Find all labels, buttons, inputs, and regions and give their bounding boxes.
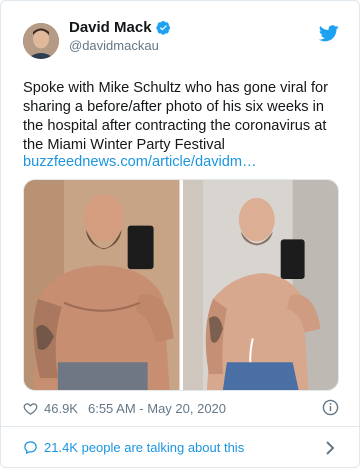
- divider: [1, 426, 360, 427]
- photo-grid[interactable]: [23, 179, 339, 391]
- tweet-card: David Mack @davidmackau Spoke with Mike …: [0, 0, 360, 468]
- tweet-meta: 46.9K 6:55 AM - May 20, 2020: [23, 401, 226, 416]
- author-name-row[interactable]: David Mack: [69, 19, 171, 36]
- timestamp[interactable]: 6:55 AM - May 20, 2020: [88, 401, 226, 416]
- twitter-bird-icon[interactable]: [319, 25, 339, 42]
- before-photo[interactable]: [24, 180, 180, 390]
- author-handle[interactable]: @davidmackau: [69, 38, 159, 53]
- speech-bubble-icon: [24, 441, 37, 455]
- tweet-text: Spoke with Mike Schultz who has gone vir…: [23, 80, 328, 153]
- info-icon[interactable]: [322, 399, 339, 416]
- chevron-right-icon[interactable]: [325, 441, 335, 455]
- conversation-link[interactable]: 21.4K people are talking about this: [23, 440, 244, 455]
- tweet-link[interactable]: buzzfeednews.com/article/davidm…: [23, 154, 257, 170]
- after-photo[interactable]: [182, 180, 338, 390]
- avatar[interactable]: [23, 23, 59, 59]
- talking-count-text[interactable]: 21.4K people are talking about this: [44, 440, 244, 455]
- like-count[interactable]: 46.9K: [44, 401, 78, 416]
- author-name[interactable]: David Mack: [69, 19, 152, 36]
- heart-icon[interactable]: [23, 401, 38, 416]
- verified-badge-icon: [155, 20, 170, 35]
